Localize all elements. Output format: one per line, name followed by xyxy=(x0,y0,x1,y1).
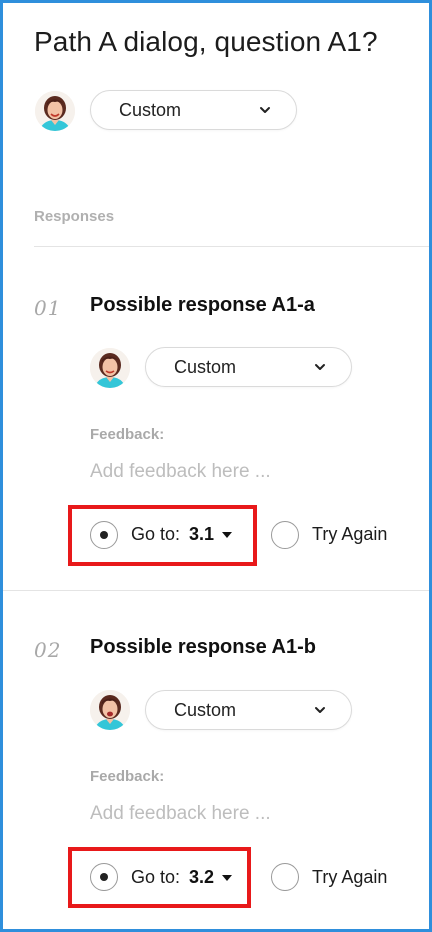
feedback-input[interactable] xyxy=(90,458,390,486)
try-again-radio[interactable] xyxy=(271,863,299,891)
response-number: 02 xyxy=(34,638,62,662)
goto-target-value[interactable]: 3.1 xyxy=(189,524,214,545)
chevron-down-icon xyxy=(315,707,325,713)
response-speaker-dropdown[interactable]: Custom xyxy=(145,347,352,387)
try-again-label: Try Again xyxy=(312,867,388,887)
chevron-down-icon xyxy=(315,364,325,370)
response-speaker-dropdown[interactable]: Custom xyxy=(145,690,352,730)
presenter-avatar-icon[interactable] xyxy=(90,348,130,388)
feedback-label: Feedback: xyxy=(90,768,165,785)
goto-target-value[interactable]: 3.2 xyxy=(189,867,214,888)
response-speaker-value: Custom xyxy=(174,699,237,720)
speaker-dropdown-value: Custom xyxy=(119,99,182,120)
response-title[interactable]: Possible response A1-a xyxy=(90,294,315,317)
section-divider xyxy=(34,246,429,247)
caret-down-icon[interactable] xyxy=(221,874,233,882)
response-divider xyxy=(3,590,429,591)
goto-label: Go to: xyxy=(131,524,181,544)
chevron-down-icon xyxy=(260,107,270,113)
radio-selected-dot xyxy=(100,531,108,539)
try-again-radio[interactable] xyxy=(271,521,299,549)
feedback-label: Feedback: xyxy=(90,426,165,443)
response-title[interactable]: Possible response A1-b xyxy=(90,636,316,659)
goto-label: Go to: xyxy=(131,867,181,887)
presenter-avatar-icon[interactable] xyxy=(90,690,130,730)
try-again-label: Try Again xyxy=(312,524,388,544)
responses-section-label: Responses xyxy=(34,208,115,225)
response-speaker-value: Custom xyxy=(174,356,237,377)
feedback-input[interactable] xyxy=(90,800,390,828)
radio-selected-dot xyxy=(100,873,108,881)
presenter-avatar-icon[interactable] xyxy=(35,91,75,131)
goto-radio[interactable] xyxy=(90,863,118,891)
response-number: 01 xyxy=(34,296,62,320)
speaker-dropdown[interactable]: Custom xyxy=(90,90,297,130)
goto-radio[interactable] xyxy=(90,521,118,549)
question-title: Path A dialog, question A1? xyxy=(34,26,378,57)
caret-down-icon[interactable] xyxy=(221,531,233,539)
